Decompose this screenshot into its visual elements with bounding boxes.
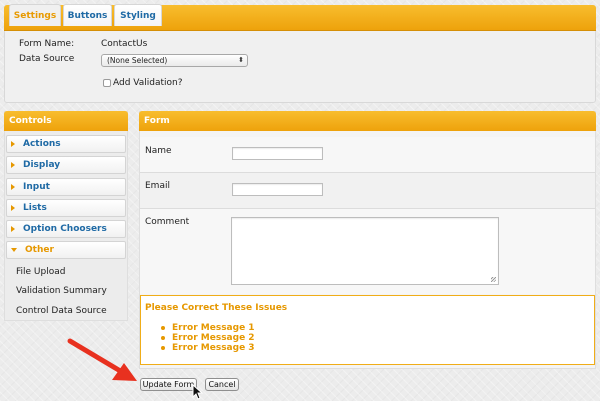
controls-category-other[interactable]: Other [6,241,126,259]
data-source-selected-value: (None Selected) [107,56,168,65]
name-field-label: Name [145,146,172,156]
control-item-validation-summary[interactable]: Validation Summary [16,286,107,296]
controls-title: Controls [9,116,52,126]
tab-buttons[interactable]: Buttons [63,4,112,26]
email-field-label: Email [145,181,170,191]
collapsed-arrow-icon [11,205,15,211]
comment-field-label: Comment [145,217,190,227]
controls-category-label: Other [25,245,54,255]
add-validation-checkbox[interactable] [103,79,111,87]
update-form-label: Update Form [142,380,195,389]
form-header: Form [139,111,596,131]
control-item-control-data-source[interactable]: Control Data Source [16,306,107,316]
comment-textarea[interactable] [231,217,499,285]
controls-category-label: Actions [23,139,61,149]
data-source-label: Data Source [19,54,75,64]
controls-category-input[interactable]: Input [6,178,126,196]
tab-styling-label: Styling [120,10,156,21]
validation-summary: Please Correct These Issues Error Messag… [140,295,595,365]
controls-category-actions[interactable]: Actions [6,135,126,153]
error-message-text: Error Message 3 [172,343,255,353]
tab-styling[interactable]: Styling [114,4,162,26]
form-name-value: ContactUs [101,39,148,49]
cancel-label: Cancel [208,380,236,389]
select-chevron-icon: ⬍ [238,56,244,64]
bullet-icon [161,326,165,330]
collapsed-arrow-icon [11,162,15,168]
controls-category-label: Display [23,160,61,170]
controls-category-display[interactable]: Display [6,156,126,174]
expanded-arrow-icon [11,248,17,252]
update-form-button[interactable]: Update Form [140,378,197,391]
form-name-label: Form Name: [19,39,75,49]
data-source-select[interactable]: (None Selected) ⬍ [101,54,248,67]
bullet-icon [161,346,165,350]
form-row-email: Email [140,173,595,209]
cancel-button[interactable]: Cancel [205,378,239,391]
error-message: Error Message 2 [161,333,255,343]
resize-grip-icon[interactable] [491,277,496,282]
form-row-name: Name [140,137,595,173]
add-validation-label: Add Validation? [113,78,183,88]
bullet-icon [161,336,165,340]
name-input[interactable] [232,147,323,160]
controls-category-label: Lists [23,203,47,213]
control-item-file-upload[interactable]: File Upload [16,267,65,277]
error-message: Error Message 3 [161,343,255,353]
email-input[interactable] [232,183,323,196]
error-message-text: Error Message 2 [172,333,255,343]
error-message: Error Message 1 [161,323,255,333]
controls-category-option-choosers[interactable]: Option Choosers [6,220,126,238]
tab-settings[interactable]: Settings [9,4,61,26]
collapsed-arrow-icon [11,141,15,147]
collapsed-arrow-icon [11,226,15,232]
tab-settings-label: Settings [13,10,57,21]
controls-category-label: Option Choosers [23,224,107,234]
controls-category-label: Input [23,182,50,192]
controls-category-lists[interactable]: Lists [6,199,126,217]
controls-header: Controls [4,111,128,131]
red-arrow-annotation [67,338,137,381]
tab-buttons-label: Buttons [67,10,108,21]
collapsed-arrow-icon [11,184,15,190]
mouse-pointer-icon [192,384,204,400]
form-title: Form [144,116,170,126]
error-message-text: Error Message 1 [172,323,255,333]
validation-summary-title: Please Correct These Issues [145,303,288,313]
